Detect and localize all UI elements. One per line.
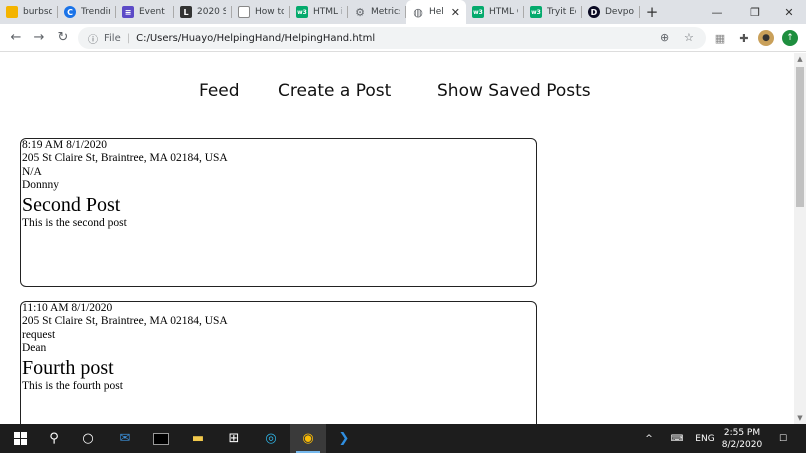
restore-button[interactable]: ❐	[736, 0, 774, 24]
post-title: Fourth post	[22, 356, 114, 379]
post-card: 8:19 AM 8/1/2020 205 St Claire St, Brain…	[20, 138, 537, 287]
avatar[interactable]: ●	[758, 30, 774, 46]
puzzle-extensions-icon[interactable]: ✚	[736, 30, 752, 46]
c-logo-icon: C	[64, 6, 76, 18]
close-window-button[interactable]: ✕	[770, 0, 806, 24]
post-body: This is the fourth post	[22, 379, 123, 392]
d-logo-icon: D	[588, 6, 600, 18]
post-time: 8:19 AM 8/1/2020	[22, 139, 107, 151]
forward-arrow-icon[interactable]: →	[27, 26, 51, 50]
page-icon	[238, 6, 250, 18]
list-icon: ≡	[122, 6, 134, 18]
post-type: request	[22, 328, 56, 341]
close-tab-icon[interactable]: ✕	[451, 6, 460, 19]
nav-create-post-link[interactable]: Create a Post	[278, 81, 391, 101]
update-icon[interactable]: ↑	[782, 30, 798, 46]
clock[interactable]: 2:55 PM 8/2/2020	[717, 427, 767, 451]
location-target-icon[interactable]: ⊕	[660, 31, 669, 44]
edge-icon[interactable]: ◎	[253, 424, 289, 453]
cortana-icon[interactable]: ○	[70, 424, 106, 453]
post-type: N/A	[22, 165, 42, 178]
back-arrow-icon[interactable]: ←	[4, 26, 28, 50]
scheme-label: File	[104, 32, 121, 44]
nav-saved-posts-link[interactable]: Show Saved Posts	[437, 81, 591, 101]
scroll-up-arrow-icon[interactable]: ▲	[794, 53, 806, 65]
address-bar[interactable]: ⓘ File | C:/Users/Huayo/HelpingHand/Help…	[78, 27, 706, 49]
page-scrollbar[interactable]: ▲ ▼	[794, 53, 806, 424]
browser-tab[interactable]: CTrendin	[58, 0, 116, 24]
search-icon[interactable]: ⚲	[36, 424, 72, 453]
flame-icon	[6, 6, 18, 18]
pdf-extension-icon[interactable]: ▦	[712, 30, 728, 46]
post-author: Donnny	[22, 179, 60, 192]
browser-tab[interactable]: D Devpo	[582, 0, 640, 24]
notifications-icon[interactable]: ☐	[772, 424, 794, 453]
vscode-icon[interactable]: ❯	[326, 424, 362, 453]
minimize-button[interactable]: —	[698, 0, 736, 24]
clock-date: 8/2/2020	[721, 440, 763, 450]
separator: |	[126, 32, 131, 44]
browser-tab[interactable]: ≡Event n	[116, 0, 174, 24]
chrome-icon[interactable]: ◉	[290, 424, 326, 453]
post-address: 205 St Claire St, Braintree, MA 02184, U…	[22, 152, 228, 165]
browser-tab[interactable]: w3HTML C	[466, 0, 524, 24]
browser-tab[interactable]: w3Tryit Ed	[524, 0, 582, 24]
file-explorer-icon[interactable]: ▬	[180, 424, 216, 453]
post-address: 205 St Claire St, Braintree, MA 02184, U…	[22, 315, 228, 328]
scroll-down-arrow-icon[interactable]: ▼	[794, 412, 806, 424]
language-indicator[interactable]: ENG	[693, 424, 717, 453]
l-logo-icon: L	[180, 6, 192, 18]
star-icon[interactable]: ☆	[684, 31, 694, 44]
page-content: Feed Create a Post Show Saved Posts 8:19…	[0, 53, 794, 424]
reload-icon[interactable]: ↻	[51, 26, 75, 50]
post-card: 11:10 AM 8/1/2020 205 St Claire St, Brai…	[20, 301, 537, 424]
scrollbar-thumb[interactable]	[796, 67, 804, 207]
chevron-up-icon[interactable]: ^	[642, 424, 656, 453]
info-icon[interactable]: ⓘ	[88, 31, 98, 46]
nav-feed-link[interactable]: Feed	[199, 81, 240, 101]
mail-icon[interactable]: ✉	[107, 424, 143, 453]
globe-icon: ◍	[413, 5, 423, 19]
browser-tab[interactable]: ⚙Metrics	[348, 0, 406, 24]
terminal-icon[interactable]	[143, 424, 179, 453]
post-title: Second Post	[22, 193, 121, 216]
tab-strip: burbsd CTrendin ≡Event n L2020 S How to …	[0, 0, 806, 24]
browser-tab[interactable]: w3 HTML i	[290, 0, 348, 24]
w3-icon: w3	[472, 6, 484, 18]
browser-tab[interactable]: How to	[232, 0, 290, 24]
w3-icon: w3	[296, 6, 308, 18]
windows-taskbar: ⚲ ○ ✉ ▬ ⊞ ◎ ◉ ❯ ^ ⌨ ENG 2:55 PM 8/2/2020…	[0, 424, 806, 453]
new-tab-button[interactable]: +	[640, 0, 664, 24]
post-body: This is the second post	[22, 216, 127, 229]
gear-icon: ⚙	[355, 5, 365, 19]
url-text[interactable]: C:/Users/Huayo/HelpingHand/HelpingHand.h…	[136, 33, 375, 44]
browser-tab-active[interactable]: ◍ Hel ✕	[406, 0, 466, 24]
w3-icon: w3	[530, 6, 542, 18]
clock-time: 2:55 PM	[723, 428, 761, 438]
browser-toolbar: ← → ↻ ⓘ File | C:/Users/Huayo/HelpingHan…	[0, 24, 806, 52]
store-icon[interactable]: ⊞	[216, 424, 252, 453]
post-time: 11:10 AM 8/1/2020	[22, 302, 113, 314]
post-author: Dean	[22, 342, 47, 355]
browser-tab[interactable]: L 2020 S	[174, 0, 232, 24]
browser-tab[interactable]: burbsd	[0, 0, 58, 24]
windows-start-icon[interactable]	[2, 424, 38, 453]
keyboard-icon[interactable]: ⌨	[666, 424, 688, 453]
